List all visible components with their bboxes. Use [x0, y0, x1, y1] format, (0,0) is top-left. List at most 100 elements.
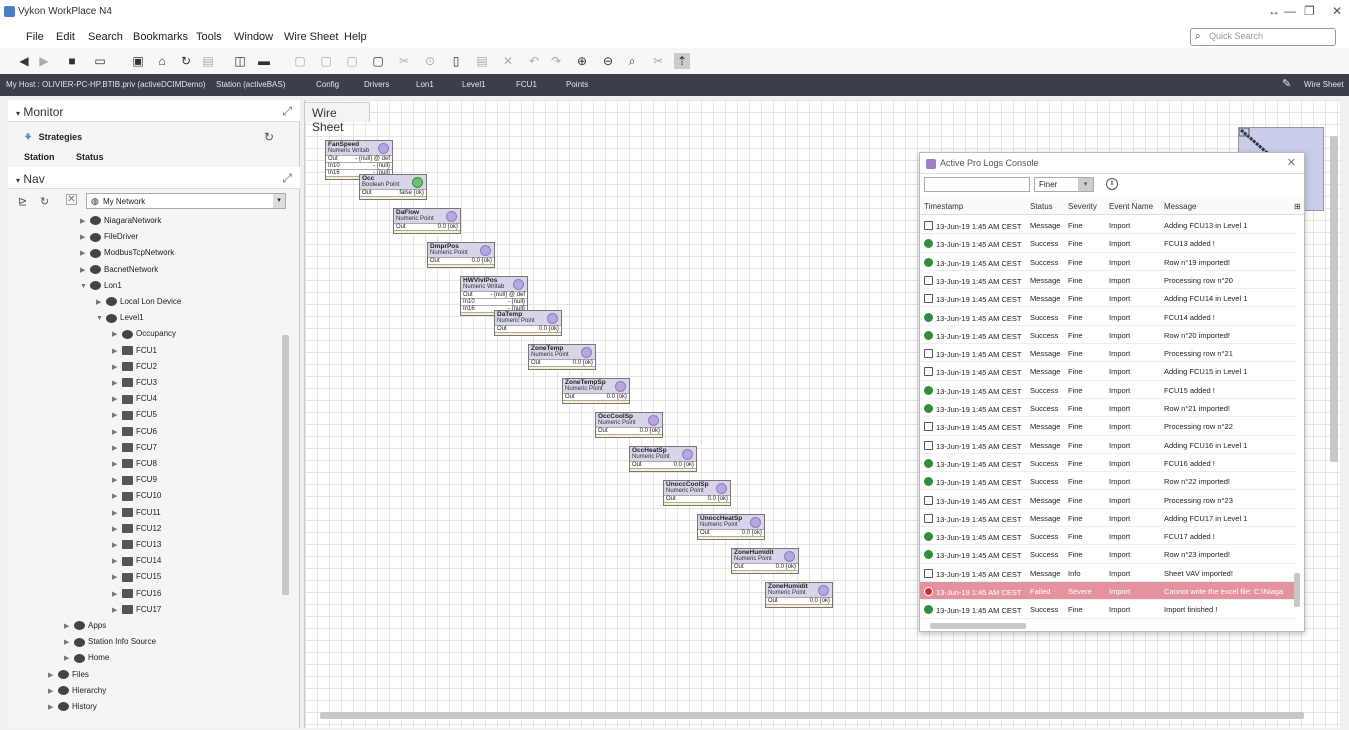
canvas-hscrollbar[interactable]	[320, 712, 1304, 719]
minimize-button[interactable]: —	[1284, 4, 1296, 18]
menu-item-tools[interactable]: Tools	[196, 31, 222, 43]
wire-sheet-node[interactable]: DaFlow Numeric Point Out 0.0 {ok}	[393, 208, 461, 234]
tree-item[interactable]: ▶ FCU5	[112, 410, 157, 420]
tree-item[interactable]: ▶ History	[48, 702, 97, 712]
menu-item-file[interactable]: File	[26, 31, 44, 43]
log-row[interactable]: 13-Jun-19 1:45 AM CEST Success Fine Import R…	[920, 472, 1296, 491]
monitor-header[interactable]: ▾ Monitor ⤢	[8, 100, 300, 122]
close-button[interactable]: ✕	[1332, 4, 1342, 18]
breadcrumb-item[interactable]: Drivers	[364, 80, 389, 89]
log-row[interactable]: 13-Jun-19 1:45 AM CEST Success Fine Import R…	[920, 326, 1296, 345]
folder-icon[interactable]: ▬	[256, 53, 272, 69]
expand-icon[interactable]: ↔	[1268, 4, 1280, 18]
column-message[interactable]: Message	[1164, 202, 1196, 211]
chevron-right-icon[interactable]: ▶	[48, 703, 58, 711]
chevron-right-icon[interactable]: ▶	[112, 590, 122, 598]
node-slot[interactable]: Out false {ok}	[360, 189, 426, 196]
tree-item[interactable]: ▶ Files	[48, 670, 89, 679]
restore-button[interactable]: ❐	[1304, 4, 1315, 18]
menu-item-window[interactable]: Window	[234, 31, 273, 43]
undo-icon[interactable]: ↶	[526, 53, 542, 69]
node-slot[interactable]: Out 0.0 {ok}	[394, 223, 460, 230]
refresh-icon[interactable]: ↻	[264, 130, 274, 144]
home-icon[interactable]: ⌂	[154, 53, 170, 69]
nav-header[interactable]: ▾ Nav ⤢	[8, 167, 300, 189]
chevron-down-icon[interactable]: ▼	[80, 283, 90, 290]
tree-item[interactable]: ▶ FCU16	[112, 589, 161, 598]
chevron-right-icon[interactable]: ▶	[112, 509, 122, 517]
log-row[interactable]: 13-Jun-19 1:45 AM CEST Message Fine Import P…	[920, 491, 1296, 509]
tree-item[interactable]: ▶ FCU6	[112, 427, 157, 436]
node-slot[interactable]: Out 0.0 {ok}	[766, 597, 832, 604]
paste-icon[interactable]: ▯	[448, 53, 464, 69]
log-row[interactable]: 13-Jun-19 1:45 AM CEST Message Fine Import A…	[920, 216, 1296, 235]
log-row[interactable]: 13-Jun-19 1:45 AM CEST Message Fine Import P…	[920, 271, 1296, 290]
chevron-right-icon[interactable]: ▶	[80, 266, 90, 274]
menu-item-edit[interactable]: Edit	[56, 31, 75, 43]
delete-icon[interactable]: ✕	[500, 53, 516, 69]
view-selector[interactable]: Wire Sheet	[1304, 80, 1344, 89]
tree-item[interactable]: ▶ Station Info Source	[64, 637, 156, 647]
column-status[interactable]: Status	[1030, 202, 1053, 211]
tree-item[interactable]: ▼ Lon1	[80, 281, 122, 291]
wire-sheet-node[interactable]: ZoneTempSp Numeric Point Out 0.0 {ok}	[562, 378, 630, 404]
wire-sheet-node[interactable]: ZoneHumidit Numeric Point Out 0.0 {ok}	[765, 582, 833, 608]
node-slot[interactable]: Out - {null} @ def	[326, 155, 392, 162]
column-severity[interactable]: Severity	[1068, 202, 1097, 211]
tree-item[interactable]: ▶ FCU14	[112, 556, 161, 566]
chevron-right-icon[interactable]: ▶	[112, 492, 122, 500]
tree-item[interactable]: ▶ FCU11	[112, 508, 161, 517]
chevron-right-icon[interactable]: ▶	[112, 428, 122, 436]
tree-item[interactable]: ▶ FCU13	[112, 540, 161, 550]
breadcrumb-item[interactable]: Points	[566, 80, 588, 89]
chevron-right-icon[interactable]: ▶	[112, 557, 122, 565]
breadcrumb-item[interactable]: Lon1	[416, 80, 434, 89]
chevron-right-icon[interactable]: ▶	[112, 330, 122, 338]
chevron-right-icon[interactable]: ▶	[112, 606, 122, 614]
tab-wire-sheet[interactable]: Wire Sheet	[304, 102, 370, 134]
station-column-header[interactable]: Station	[24, 152, 55, 162]
close-icon[interactable]: ✕	[1287, 156, 1296, 169]
wire-sheet-node[interactable]: DaTemp Numeric Point Out 0.0 {ok}	[494, 310, 562, 336]
chevron-right-icon[interactable]: ▶	[112, 573, 122, 581]
log-row[interactable]: 13-Jun-19 1:45 AM CEST Message Fine Import A…	[920, 436, 1296, 454]
close-tree-icon[interactable]: ✕	[66, 194, 77, 205]
node-slot[interactable]: In10- {null}	[461, 298, 527, 305]
snap-icon[interactable]: ⇡	[674, 53, 690, 69]
zoom-in-icon[interactable]: ⊕	[574, 53, 590, 69]
wire-sheet-node[interactable]: Occ Boolean Point Out false {ok}	[359, 174, 427, 200]
redo-icon[interactable]: ↷	[548, 53, 564, 69]
console-icon[interactable]: ▣	[130, 53, 146, 69]
new-icon[interactable]: ▢	[344, 53, 360, 69]
log-row[interactable]: 13-Jun-19 1:45 AM CEST Message Info Import S…	[920, 564, 1296, 582]
log-row[interactable]: 13-Jun-19 1:45 AM CEST Success Fine Import R…	[920, 253, 1296, 271]
wire-sheet-node[interactable]: DmprPos Numeric Point Out 0.0 {ok}	[427, 242, 495, 268]
tree-item[interactable]: ▶ Occupancy	[112, 329, 176, 339]
column-timestamp[interactable]: Timestamp	[924, 202, 963, 211]
chevron-right-icon[interactable]: ▶	[64, 622, 74, 630]
chevron-right-icon[interactable]: ▶	[96, 298, 106, 306]
tree-item[interactable]: ▼ Level1	[96, 313, 144, 323]
tree-item[interactable]: ▶ FCU10	[112, 491, 161, 501]
wire-sheet-node[interactable]: ZoneTemp Numeric Point Out 0.0 {ok}	[528, 344, 596, 370]
menu-item-search[interactable]: Search	[88, 31, 123, 43]
save-icon[interactable]: ▢	[292, 53, 308, 69]
chevron-right-icon[interactable]: ▶	[112, 525, 122, 533]
cut-icon[interactable]: ✂	[396, 53, 412, 69]
tree-item[interactable]: ▶ FCU17	[112, 605, 161, 615]
console-hscrollbar[interactable]	[930, 623, 1026, 629]
log-row[interactable]: 13-Jun-19 1:45 AM CEST Message Fine Import P…	[920, 344, 1296, 363]
tree-item[interactable]: ▶ Local Lon Device	[96, 297, 181, 307]
tree-item[interactable]: ▶ FCU7	[112, 443, 157, 453]
chevron-right-icon[interactable]: ▶	[112, 411, 122, 419]
chevron-right-icon[interactable]: ▶	[112, 347, 122, 355]
chevron-down-icon[interactable]: ▼	[96, 315, 106, 322]
log-row[interactable]: 13-Jun-19 1:45 AM CEST Success Fine Import F…	[920, 527, 1296, 546]
chevron-down-icon[interactable]: ▾	[1078, 178, 1093, 191]
tree-item[interactable]: ▶ FCU1	[112, 346, 157, 355]
pause-icon[interactable]: II	[1106, 178, 1118, 190]
node-slot[interactable]: Out 0.0 {ok}	[563, 393, 629, 400]
zoom-fit-icon[interactable]: ⌕	[624, 53, 640, 69]
chevron-right-icon[interactable]: ▶	[80, 217, 90, 225]
tree-item[interactable]: ▶ FileDriver	[80, 232, 138, 242]
